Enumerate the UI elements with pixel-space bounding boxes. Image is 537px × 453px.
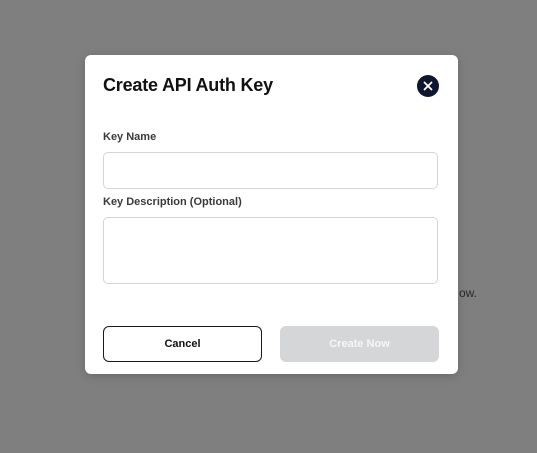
close-icon — [423, 81, 433, 91]
background-text-fragment: ow. — [459, 286, 478, 300]
key-name-input[interactable] — [103, 152, 438, 189]
key-name-label: Key Name — [103, 131, 157, 143]
create-now-button[interactable]: Create Now — [280, 326, 439, 362]
key-description-input[interactable] — [103, 217, 438, 284]
create-api-key-dialog: Create API Auth Key Key Name Key Descrip… — [85, 55, 458, 374]
dialog-title: Create API Auth Key — [103, 75, 273, 95]
cancel-button[interactable]: Cancel — [103, 326, 262, 362]
close-button[interactable] — [417, 75, 439, 97]
key-description-label: Key Description (Optional) — [103, 196, 242, 208]
